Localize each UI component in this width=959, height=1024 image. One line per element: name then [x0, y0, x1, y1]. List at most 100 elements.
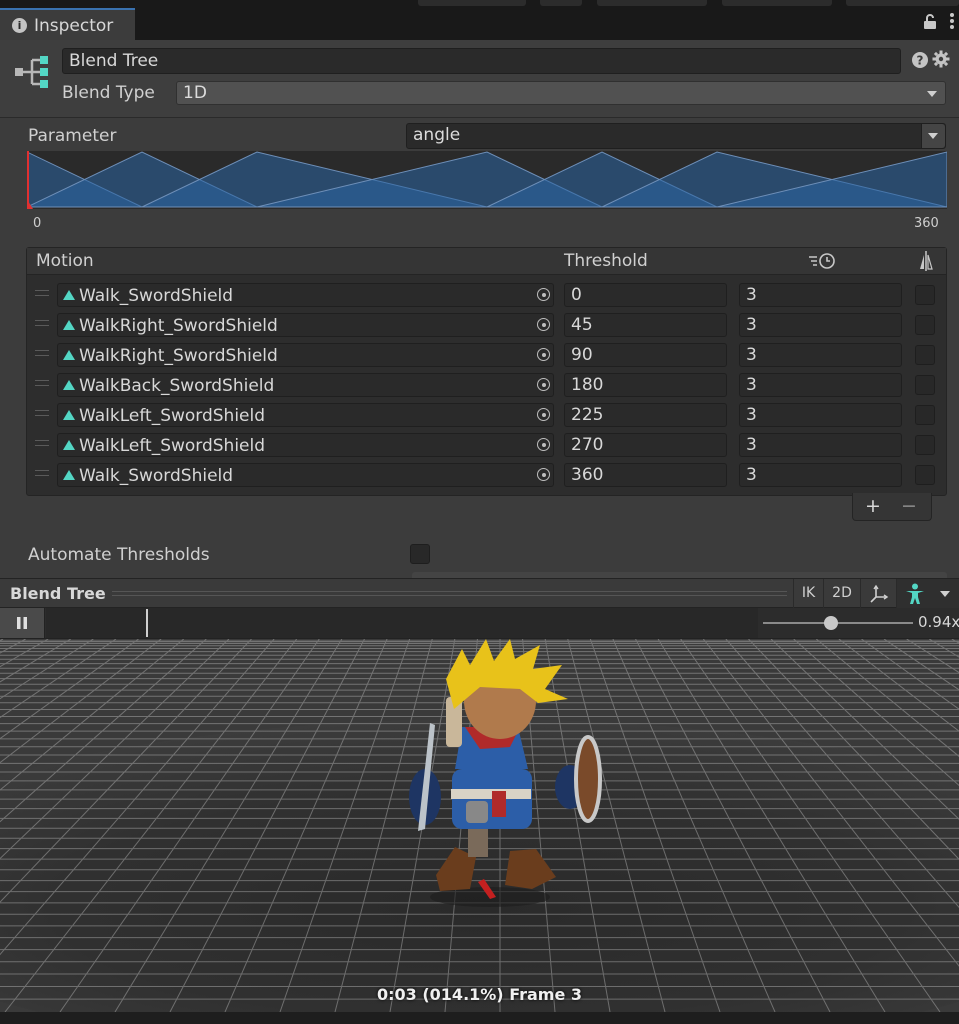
editor-top-strip [0, 0, 959, 40]
time-scale-field[interactable]: 3 [739, 373, 902, 397]
dropdown-button[interactable] [921, 124, 945, 148]
blend-tree-name-field[interactable]: Blend Tree [62, 48, 901, 74]
drag-handle-icon[interactable] [35, 350, 49, 356]
table-row[interactable]: WalkBack_SwordShield 180 3 [27, 370, 946, 400]
object-picker-icon[interactable] [534, 433, 554, 457]
animation-clip-icon [63, 320, 75, 330]
motion-field[interactable]: Walk_SwordShield [57, 463, 554, 487]
blend-graph-canvas [23, 151, 948, 209]
object-picker-icon[interactable] [534, 463, 554, 487]
motion-name: WalkLeft_SwordShield [79, 406, 266, 426]
settings-gear-icon[interactable] [932, 50, 950, 68]
preview-viewport[interactable] [0, 639, 959, 1012]
motion-list-header: Motion Threshold [27, 248, 946, 275]
preview-title: Blend Tree [10, 584, 106, 603]
bottom-strip [0, 1012, 959, 1024]
timeline-track[interactable] [46, 608, 758, 638]
speed-slider-track[interactable] [763, 622, 913, 624]
ik-toggle-button[interactable]: IK [793, 579, 823, 608]
graph-min-label: 0 [33, 216, 42, 231]
automate-thresholds-checkbox[interactable] [410, 544, 430, 564]
time-scale-field[interactable]: 3 [739, 343, 902, 367]
time-scale-icon[interactable] [807, 251, 837, 275]
speed-slider-knob[interactable] [823, 616, 838, 630]
animation-clip-icon [63, 350, 75, 360]
drag-handle-icon[interactable] [35, 410, 49, 416]
pivot-toggle-button[interactable] [860, 579, 896, 608]
chevron-down-icon [927, 91, 937, 97]
mirror-checkbox[interactable] [915, 465, 935, 485]
toolbar-stub [846, 0, 959, 6]
table-row[interactable]: WalkLeft_SwordShield 270 3 [27, 430, 946, 460]
motion-field[interactable]: WalkLeft_SwordShield [57, 403, 554, 427]
drag-bar [112, 595, 787, 596]
drag-handle-icon[interactable] [35, 380, 49, 386]
drag-bar [112, 591, 787, 592]
threshold-field[interactable]: 45 [564, 313, 727, 337]
2d-toggle-button[interactable]: 2D [823, 579, 860, 608]
column-threshold: Threshold [564, 251, 648, 271]
avatar-selector-button[interactable] [896, 579, 959, 608]
threshold-field[interactable]: 225 [564, 403, 727, 427]
drag-handle-icon[interactable] [35, 290, 49, 296]
object-picker-icon[interactable] [534, 403, 554, 427]
pause-icon [17, 617, 27, 629]
mirror-checkbox[interactable] [915, 375, 935, 395]
time-scale-field[interactable]: 3 [739, 283, 902, 307]
drag-handle-icon[interactable] [35, 320, 49, 326]
threshold-field[interactable]: 90 [564, 343, 727, 367]
time-scale-field[interactable]: 3 [739, 433, 902, 457]
motion-field[interactable]: WalkBack_SwordShield [57, 373, 554, 397]
table-row[interactable]: WalkLeft_SwordShield 225 3 [27, 400, 946, 430]
timeline-scrubber[interactable] [146, 609, 149, 637]
threshold-field[interactable]: 0 [564, 283, 727, 307]
threshold-field[interactable]: 360 [564, 463, 727, 487]
help-icon[interactable]: ? [911, 51, 929, 69]
animation-clip-icon [63, 410, 75, 420]
object-picker-icon[interactable] [534, 373, 554, 397]
threshold-field[interactable]: 270 [564, 433, 727, 457]
blend-type-label: Blend Type [62, 83, 155, 103]
toolbar-stub [597, 0, 707, 6]
blend-type-dropdown[interactable]: 1D [176, 81, 946, 105]
mirror-checkbox[interactable] [915, 345, 935, 365]
time-scale-field[interactable]: 3 [739, 313, 902, 337]
blend-graph[interactable] [23, 151, 948, 209]
parameter-dropdown[interactable]: angle [406, 123, 946, 149]
motion-name: WalkRight_SwordShield [79, 346, 278, 366]
mirror-checkbox[interactable] [915, 405, 935, 425]
table-row[interactable]: Walk_SwordShield 0 3 [27, 280, 946, 310]
more-options-icon[interactable] [949, 12, 955, 34]
tab-inspector[interactable]: i Inspector [0, 8, 135, 40]
time-scale-field[interactable]: 3 [739, 463, 902, 487]
column-motion: Motion [36, 251, 94, 271]
motion-name: WalkRight_SwordShield [79, 316, 278, 336]
add-motion-button[interactable]: + [865, 495, 881, 517]
table-row[interactable]: WalkRight_SwordShield 45 3 [27, 310, 946, 340]
motion-field[interactable]: WalkLeft_SwordShield [57, 433, 554, 457]
motion-field[interactable]: WalkRight_SwordShield [57, 313, 554, 337]
threshold-field[interactable]: 180 [564, 373, 727, 397]
pause-button[interactable] [0, 608, 45, 638]
graph-max-label: 360 [914, 216, 939, 231]
object-picker-icon[interactable] [534, 343, 554, 367]
mirror-checkbox[interactable] [915, 285, 935, 305]
speed-value: 0.94x [918, 613, 959, 631]
drag-handle-icon[interactable] [35, 440, 49, 446]
lock-icon[interactable] [923, 14, 937, 34]
animation-clip-icon [63, 380, 75, 390]
remove-motion-button[interactable]: − [901, 495, 917, 517]
drag-handle-icon[interactable] [35, 470, 49, 476]
object-picker-icon[interactable] [534, 283, 554, 307]
animation-clip-icon [63, 470, 75, 480]
mirror-checkbox[interactable] [915, 435, 935, 455]
motion-field[interactable]: Walk_SwordShield [57, 283, 554, 307]
motion-name: Walk_SwordShield [79, 466, 234, 486]
time-scale-field[interactable]: 3 [739, 403, 902, 427]
motion-field[interactable]: WalkRight_SwordShield [57, 343, 554, 367]
table-row[interactable]: Walk_SwordShield 360 3 [27, 460, 946, 490]
object-picker-icon[interactable] [534, 313, 554, 337]
mirror-icon[interactable] [918, 250, 934, 276]
table-row[interactable]: WalkRight_SwordShield 90 3 [27, 340, 946, 370]
mirror-checkbox[interactable] [915, 315, 935, 335]
